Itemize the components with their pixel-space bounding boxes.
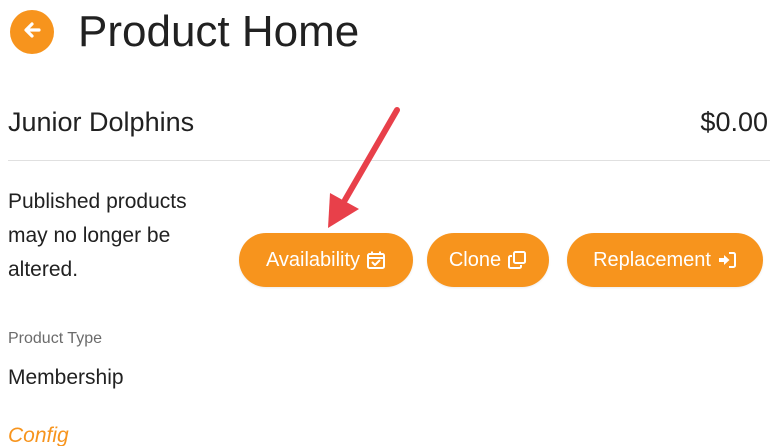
divider bbox=[8, 160, 770, 161]
arrow-left-icon bbox=[21, 19, 43, 46]
calendar-check-icon bbox=[366, 250, 386, 270]
product-name: Junior Dolphins bbox=[8, 107, 195, 137]
availability-button[interactable]: Availability bbox=[239, 233, 413, 287]
clone-button[interactable]: Clone bbox=[427, 233, 549, 287]
config-link[interactable]: Config bbox=[8, 424, 69, 446]
published-notice: Published products may no longer be alte… bbox=[8, 190, 187, 281]
replacement-button[interactable]: Replacement bbox=[567, 233, 763, 287]
availability-label: Availability bbox=[265, 248, 361, 271]
replacement-label: Replacement bbox=[593, 248, 711, 271]
sign-in-icon bbox=[717, 250, 737, 270]
back-button[interactable] bbox=[10, 10, 54, 54]
page-title: Product Home bbox=[78, 7, 360, 56]
product-home-page: Product Home Junior Dolphins $0.00 Publi… bbox=[0, 0, 770, 446]
clone-label: Clone bbox=[448, 248, 502, 271]
copy-icon bbox=[507, 250, 527, 270]
product-price: $0.00 bbox=[700, 107, 768, 137]
product-type-label: Product Type bbox=[8, 330, 102, 347]
product-type-value: Membership bbox=[8, 366, 124, 389]
